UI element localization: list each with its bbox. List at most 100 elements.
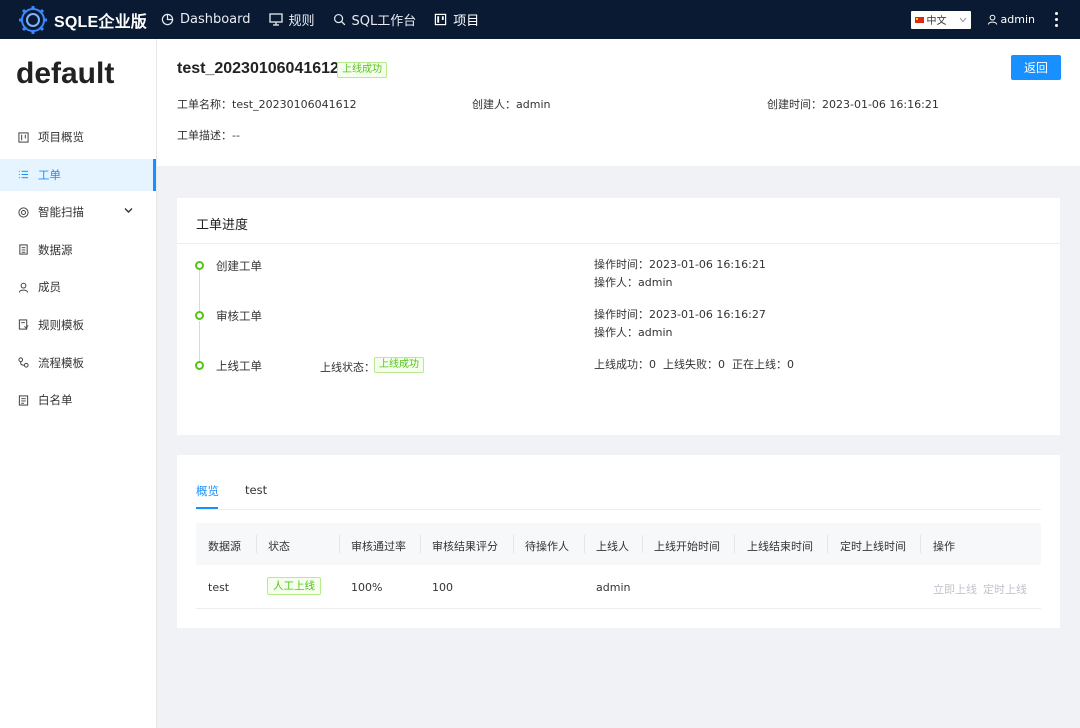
pie-chart-icon — [161, 13, 174, 26]
user-icon — [987, 14, 997, 25]
back-button[interactable]: 返回 — [1011, 55, 1061, 80]
table-row: test 人工上线 100% 100 admin 立即上线 定时上线 — [196, 565, 1041, 609]
step-label: 创建工单 — [216, 259, 262, 273]
china-flag-icon — [914, 16, 924, 23]
more-menu-icon[interactable] — [1055, 12, 1058, 27]
column-header: 审核通过率 — [351, 540, 406, 553]
sidebar-item-whitelist[interactable]: 白名单 — [0, 384, 156, 416]
sidebar-item-members[interactable]: 成员 — [0, 271, 156, 303]
step-operator: 操作人：admin — [594, 276, 673, 289]
whitelist-icon — [18, 395, 29, 406]
column-header: 定时上线时间 — [840, 540, 906, 553]
creator-value: admin — [516, 98, 551, 111]
detail-tabs: 概览 test — [196, 483, 293, 509]
top-nav-bar: SQLE企业版 Dashboard 规则 SQL工作台 项目 中文 admin — [0, 0, 1080, 39]
list-icon — [18, 170, 29, 179]
chevron-down-icon — [959, 17, 966, 22]
execute-summary: 上线成功：0 上线失败：0 正在上线：0 — [594, 358, 794, 371]
nav-dashboard-label: Dashboard — [179, 12, 251, 27]
cell-score: 100 — [432, 581, 453, 594]
project-icon — [435, 13, 447, 26]
cell-executor: admin — [596, 581, 631, 594]
column-divider — [642, 535, 643, 553]
step-label: 审核工单 — [216, 309, 262, 323]
column-header: 待操作人 — [525, 540, 569, 553]
order-name-value: test_20230106041612 — [232, 98, 357, 111]
monitor-icon — [268, 13, 283, 26]
timeline-connector — [199, 270, 200, 314]
progress-title: 工单进度 — [177, 198, 1060, 244]
schedule-execute-link[interactable]: 定时上线 — [983, 581, 1027, 597]
scan-icon — [18, 207, 29, 218]
execute-now-link[interactable]: 立即上线 — [933, 581, 977, 597]
column-header: 数据源 — [208, 540, 241, 553]
chevron-down-icon — [124, 208, 133, 214]
status-badge: 人工上线 — [267, 577, 321, 595]
search-icon — [333, 13, 345, 26]
project-name: default — [16, 57, 115, 90]
sidebar-item-label: 规则模板 — [38, 317, 84, 332]
step-label: 上线工单 — [216, 359, 262, 373]
nav-sql-workbench[interactable]: SQL工作台 — [333, 10, 417, 29]
column-header: 上线人 — [596, 540, 629, 553]
task-table: 数据源 状态 审核通过率 审核结果评分 待操作人 上线人 上线开始时间 上线结束… — [196, 523, 1041, 609]
creator-label: 创建人： — [472, 98, 516, 111]
user-menu[interactable]: admin — [987, 13, 1035, 26]
page-title: test_20230106041612 — [177, 60, 339, 77]
language-select[interactable]: 中文 — [910, 10, 971, 29]
column-divider — [827, 535, 828, 553]
sidebar-item-label: 流程模板 — [38, 355, 84, 370]
sidebar-item-label: 白名单 — [38, 393, 73, 408]
column-header: 审核结果评分 — [432, 540, 498, 553]
sidebar-item-project-overview[interactable]: 项目概览 — [0, 121, 156, 153]
sidebar-item-label: 项目概览 — [38, 130, 84, 144]
sidebar-item-label: 智能扫描 — [38, 205, 84, 220]
timeline-dot — [195, 261, 204, 270]
tab-test[interactable]: test — [245, 483, 267, 509]
execute-status-label: 上线状态： — [320, 361, 375, 374]
sidebar: default 项目概览 工单 智能扫描 数据源 成员 规则模板 流程模板 白名… — [0, 39, 157, 728]
order-header: test_20230106041612 上线成功 返回 工单名称：test_20… — [157, 39, 1080, 166]
nav-project[interactable]: 项目 — [434, 10, 479, 29]
rule-template-icon — [18, 319, 29, 331]
status-badge: 上线成功 — [374, 357, 424, 373]
cell-datasource: test — [208, 581, 230, 594]
order-description-value: -- — [232, 129, 240, 142]
creator-field: 创建人：admin — [472, 96, 550, 112]
sidebar-item-label: 工单 — [38, 167, 61, 182]
column-divider — [420, 535, 421, 553]
nav-sql-workbench-label: SQL工作台 — [351, 14, 417, 29]
step-time: 操作时间：2023-01-06 16:16:21 — [594, 258, 766, 271]
username: admin — [1000, 13, 1035, 26]
step-info: 操作时间：2023-01-06 16:16:27 操作人：admin — [594, 306, 766, 342]
column-header: 上线开始时间 — [654, 540, 720, 553]
column-divider — [920, 535, 921, 553]
timeline-dot — [195, 361, 204, 370]
top-right-tools: 中文 admin — [910, 10, 1058, 29]
sidebar-item-label: 成员 — [38, 280, 61, 295]
column-divider — [584, 535, 585, 553]
order-description-label: 工单描述： — [177, 129, 232, 142]
sidebar-item-rule-templates[interactable]: 规则模板 — [0, 309, 156, 341]
created-time-label: 创建时间： — [767, 98, 822, 111]
sidebar-item-datasource[interactable]: 数据源 — [0, 234, 156, 266]
cell-pass-rate: 100% — [351, 581, 383, 594]
sidebar-item-smart-scan[interactable]: 智能扫描 — [0, 196, 156, 228]
nav-rules-label: 规则 — [288, 14, 315, 29]
step-operator: 操作人：admin — [594, 326, 673, 339]
user-icon — [18, 282, 29, 293]
column-divider — [734, 535, 735, 553]
logo[interactable]: SQLE企业版 — [18, 5, 147, 35]
nav-dashboard[interactable]: Dashboard — [161, 12, 251, 27]
column-divider — [339, 535, 340, 553]
order-name-field: 工单名称：test_20230106041612 — [177, 96, 357, 112]
step-info: 操作时间：2023-01-06 16:16:21 操作人：admin — [594, 256, 766, 292]
created-time-field: 创建时间：2023-01-06 16:16:21 — [767, 96, 939, 112]
table-header: 数据源 状态 审核通过率 审核结果评分 待操作人 上线人 上线开始时间 上线结束… — [196, 523, 1041, 565]
sidebar-item-flow-templates[interactable]: 流程模板 — [0, 347, 156, 379]
flow-template-icon — [18, 357, 29, 368]
status-badge: 上线成功 — [337, 62, 387, 78]
nav-rules[interactable]: 规则 — [268, 10, 315, 29]
tab-overview[interactable]: 概览 — [196, 483, 219, 509]
sidebar-item-orders[interactable]: 工单 — [0, 158, 156, 191]
